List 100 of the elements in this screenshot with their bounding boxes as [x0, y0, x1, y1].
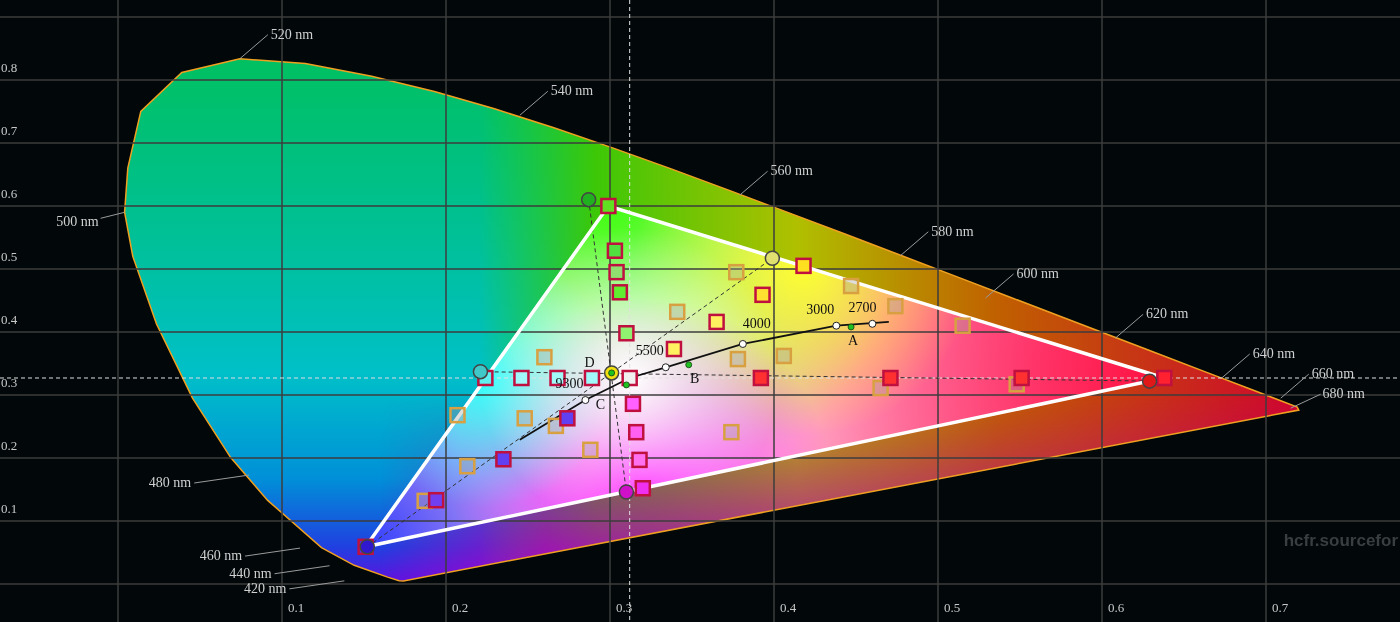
axis-tick-label: 0.5: [944, 600, 961, 615]
leader-line: [288, 580, 345, 590]
wavelength-label: 560 nm: [770, 163, 813, 179]
illuminant-dot: [623, 381, 630, 389]
axis-tick-label: 0.6: [1, 186, 18, 201]
axis-tick-label: 0.3: [616, 600, 633, 615]
wavelength-label: 540 nm: [550, 83, 594, 99]
measured-point-marker: [427, 491, 445, 509]
measured-point-marker: [600, 197, 617, 215]
wavelength-label: 580 nm: [931, 223, 974, 239]
measured-point-marker: [795, 257, 812, 275]
measured-point-marker: [547, 417, 565, 435]
wavelength-label: 600 nm: [1016, 266, 1059, 281]
leader-line: [193, 474, 250, 484]
axis-tick-label: 0.4: [1, 312, 18, 327]
reference-point-marker: [580, 191, 597, 208]
temperature-label: 5500: [635, 343, 664, 359]
temperature-label: 2700: [848, 299, 877, 315]
wavelength-label: 520 nm: [270, 26, 314, 42]
leader-line: [1114, 313, 1144, 339]
measured-point-marker: [754, 286, 771, 304]
measured-point-marker: [582, 441, 599, 459]
illuminant-label: D: [584, 354, 595, 370]
leader-line: [739, 170, 769, 196]
axis-tick-label: 0.8: [1, 60, 18, 75]
measured-point-marker: [729, 350, 747, 368]
measured-point-marker: [752, 369, 770, 387]
wavelength-label: 460 nm: [199, 548, 243, 564]
axis-tick-label: 0.6: [1108, 600, 1125, 615]
site-url-text: hcfr.sourcefor: [1283, 531, 1398, 550]
temperature-point-marker: [832, 321, 841, 330]
measured-point-marker: [708, 313, 725, 331]
measured-point-marker: [872, 379, 889, 397]
measured-point-marker: [631, 451, 648, 469]
reference-point-marker: [764, 250, 781, 267]
illuminant-label: B: [690, 370, 700, 386]
measured-point-marker: [887, 297, 904, 315]
measured-point-marker: [1156, 369, 1173, 387]
measured-point-marker: [842, 277, 860, 295]
measured-point-marker: [728, 263, 745, 281]
wavelength-label: 660 nm: [1311, 366, 1355, 382]
measured-point-marker: [954, 317, 971, 334]
measured-point-marker: [624, 395, 642, 413]
measured-point-marker: [516, 410, 533, 427]
leader-line: [985, 273, 1015, 299]
leader-line: [274, 565, 331, 575]
axis-tick-label: 0.2: [1, 438, 18, 453]
measured-point-marker: [495, 451, 512, 468]
wavelength-label: 500 nm: [56, 214, 99, 230]
temperature-label: 9300: [555, 376, 584, 392]
axis-tick-label: 0.4: [780, 600, 797, 615]
measured-point-marker: [513, 369, 530, 387]
measured-point-marker: [1013, 369, 1030, 387]
leader-line: [239, 34, 269, 60]
measured-point-marker: [606, 242, 624, 259]
leader-line: [519, 90, 549, 116]
reference-point-marker: [618, 484, 635, 500]
temperature-point-marker: [868, 319, 877, 328]
leader-line: [899, 231, 929, 257]
measured-point-marker: [723, 423, 740, 441]
wavelength-label: 640 nm: [1252, 346, 1296, 361]
wavelength-label: 440 nm: [229, 565, 272, 581]
illuminant-dot: [685, 361, 693, 369]
temperature-point-marker: [581, 396, 590, 405]
temperature-label: 4000: [742, 315, 771, 331]
measured-point-marker: [882, 369, 899, 387]
measured-point-marker: [536, 348, 553, 366]
wavelength-label: 620 nm: [1146, 306, 1189, 322]
temperature-point-marker: [738, 339, 747, 348]
measured-point-marker: [583, 369, 601, 387]
leader-line: [100, 211, 126, 219]
illuminant-label: C: [595, 396, 606, 412]
measured-point-marker: [559, 410, 576, 427]
axis-tick-label: 0.7: [1, 123, 18, 138]
axis-tick-label: 0.2: [452, 600, 469, 615]
leader-line: [244, 547, 301, 557]
wavelength-label: 480 nm: [148, 475, 192, 490]
temperature-point-marker: [661, 363, 670, 372]
reference-point-marker: [1141, 373, 1158, 389]
measured-point-marker: [611, 284, 629, 301]
temperature-label: 3000: [806, 301, 835, 317]
measured-point-marker: [459, 457, 476, 475]
axis-tick-label: 0.1: [288, 600, 305, 615]
axis-tick-label: 0.5: [1, 249, 18, 264]
measured-point-marker: [608, 263, 625, 281]
reference-point-marker: [472, 363, 489, 380]
measured-point-marker: [621, 369, 638, 387]
leader-line: [1221, 353, 1251, 379]
illuminant-label: A: [848, 332, 859, 348]
measured-point-marker: [669, 303, 686, 321]
measured-point-marker: [775, 347, 793, 365]
illuminant-dot: [847, 323, 855, 331]
measured-point-marker: [449, 406, 466, 424]
axis-tick-label: 0.7: [1272, 600, 1289, 615]
wavelength-label: 680 nm: [1322, 386, 1365, 402]
axis-tick-label: 0.3: [1, 375, 18, 390]
measured-point-marker: [634, 480, 652, 497]
measured-point-marker: [665, 340, 683, 358]
wavelength-label: 420 nm: [243, 580, 287, 596]
measured-point-marker: [618, 325, 635, 342]
